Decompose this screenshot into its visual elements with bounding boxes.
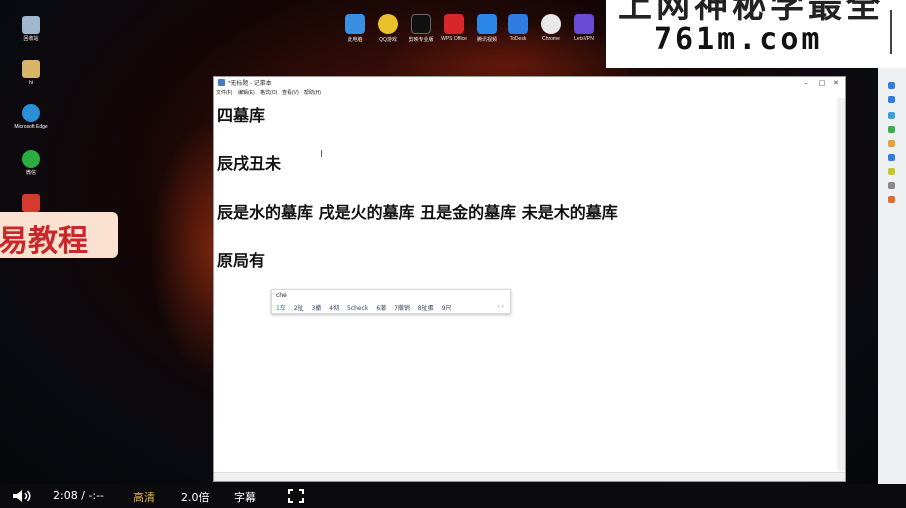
notepad-window[interactable]: *无标题 - 记事本 – □ ✕ 文件(F) 编辑(E) 格式(O) 查看(V)… [213,76,846,482]
taskbar-icon-tencent-video[interactable]: 腾讯视频 [472,14,502,43]
sidebar-app-icon[interactable] [888,112,895,119]
recycle-bin-icon [22,16,40,34]
taskbar-icon-computer[interactable]: 此电脑 [340,14,370,43]
todesk-icon [508,14,528,34]
maximize-button[interactable]: □ [815,77,829,89]
text-line: 辰是水的墓库 戌是火的墓库 丑是金的墓库 未是木的墓库 [217,203,618,222]
ime-candidate[interactable]: 1车 [276,305,286,312]
ime-candidate-box[interactable]: che 1车 2扯 3撤 4彻 5check 6澈 7撤销 8扯蛋 9尺 ‹ › [271,289,511,314]
watermark: 上网神秘学最全 761m.com [606,0,906,68]
desktop-icon-app[interactable] [14,194,48,214]
ime-candidate[interactable]: 3撤 [312,305,322,312]
video-control-bar: 2:08 / -:-- 高清 2.0倍 字幕 [0,484,906,508]
quality-button[interactable]: 高清 [133,489,155,505]
app-icon [22,194,40,212]
time-display: 2:08 / -:-- [53,489,105,502]
banner-text: 易教程 [0,224,88,259]
menu-file[interactable]: 文件(F) [216,89,232,96]
sidebar-app-icon[interactable] [888,126,895,133]
tutorial-banner: 易教程 [0,212,118,259]
ime-candidate[interactable]: 2扯 [294,305,304,312]
sidebar-app-icon[interactable] [888,168,895,175]
desktop-icon-recycle-bin[interactable]: 回收站 [14,16,48,42]
watermark-url: 761m.com [654,22,823,57]
speed-button[interactable]: 2.0倍 [181,489,210,505]
fullscreen-icon[interactable] [288,489,304,503]
file-icon [22,60,40,78]
taskbar-icon-wps[interactable]: WPS Office [439,14,469,42]
subtitle-button[interactable]: 字幕 [234,489,256,505]
sidebar-app-icon[interactable] [888,140,895,147]
notepad-titlebar[interactable]: *无标题 - 记事本 – □ ✕ [214,77,845,89]
ime-candidate[interactable]: 9尺 [442,305,452,312]
menu-format[interactable]: 格式(O) [260,89,277,96]
horizontal-scrollbar[interactable] [214,472,845,481]
minimize-button[interactable]: – [799,77,813,89]
desktop-icon-edge[interactable]: Microsoft Edge [14,104,48,130]
mouse-cursor [321,150,322,157]
window-title: *无标题 - 记事本 [228,81,272,87]
wps-icon [444,14,464,34]
editor-area[interactable]: 四墓库 辰戌丑未 辰是水的墓库 戌是火的墓库 丑是金的墓库 未是木的墓库 原局有… [214,98,845,471]
text-line: 辰戌丑未 [217,154,282,173]
sidebar-app-icon[interactable] [888,196,895,203]
taskbar-icon-chrome[interactable]: Chrome [536,14,566,42]
letsvpn-icon [574,14,594,34]
ime-candidate[interactable]: 4彻 [329,305,339,312]
taskbar-icon-qq-game[interactable]: QQ游戏 [373,14,403,43]
taskbar-icon-capcut[interactable]: 剪映专业版 [406,14,436,43]
taskbar-icon-todesk[interactable]: ToDesk [503,14,533,42]
computer-icon [345,14,365,34]
edge-icon [22,104,40,122]
wechat-icon [22,150,40,168]
vertical-scrollbar[interactable] [837,98,845,471]
sidebar-app-icon[interactable] [888,96,895,103]
sidebar-app-icon[interactable] [888,154,895,161]
capcut-icon [411,14,431,34]
ime-candidate[interactable]: 7撤销 [394,305,410,312]
notepad-icon [218,79,225,86]
menu-bar: 文件(F) 编辑(E) 格式(O) 查看(V) 帮助(H) [214,89,845,98]
ime-composition: che [276,292,287,299]
menu-view[interactable]: 查看(V) [282,89,299,96]
text-line: 原局有 [217,251,266,270]
close-button[interactable]: ✕ [829,77,843,89]
ime-candidates: 1车 2扯 3撤 4彻 5check 6澈 7撤销 8扯蛋 9尺 [276,303,457,312]
volume-icon[interactable] [12,489,34,503]
desktop-icon-wechat[interactable]: 微信 [14,150,48,176]
desktop-icon-hi[interactable]: hi [14,60,48,86]
text-line: 四墓库 [217,106,266,125]
qq-game-icon [378,14,398,34]
right-sidebar [878,68,906,488]
ime-page-arrows[interactable]: ‹ › [497,303,504,310]
sidebar-app-icon[interactable] [888,82,895,89]
ime-candidate[interactable]: 6澈 [376,305,386,312]
sidebar-app-icon[interactable] [888,182,895,189]
ime-candidate[interactable]: 5check [347,305,368,312]
taskbar-icon-letsvpn[interactable]: LetsVPN [569,14,599,42]
watermark-divider [890,10,892,54]
menu-help[interactable]: 帮助(H) [304,89,321,96]
chrome-icon [541,14,561,34]
ime-candidate[interactable]: 8扯蛋 [418,305,434,312]
menu-edit[interactable]: 编辑(E) [238,89,255,96]
tencent-video-icon [477,14,497,34]
